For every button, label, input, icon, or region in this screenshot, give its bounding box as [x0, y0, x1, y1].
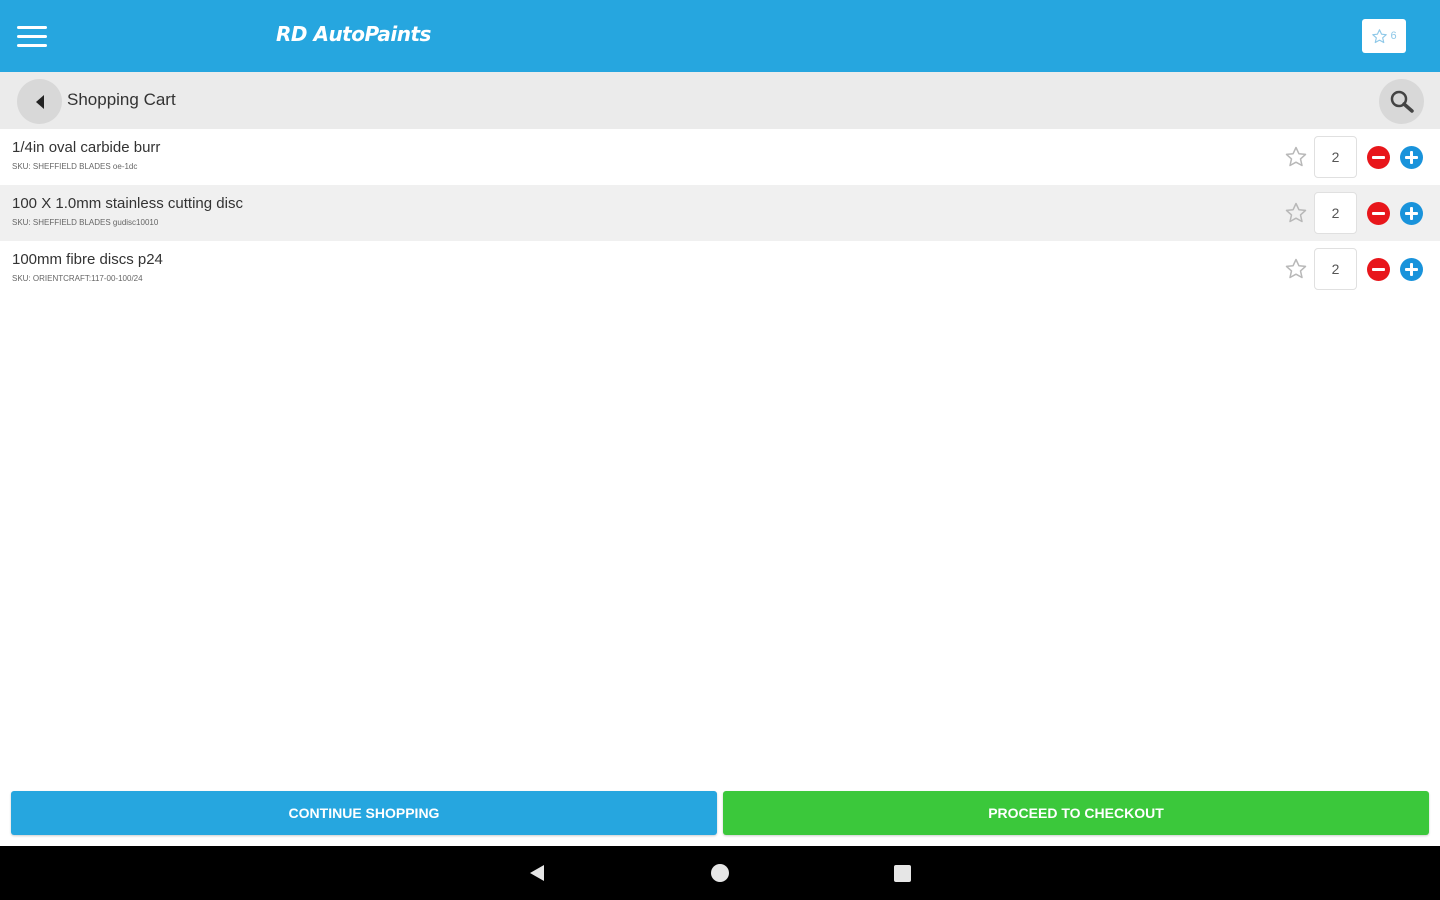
minus-circle-icon[interactable] — [1367, 258, 1390, 281]
star-outline-icon[interactable] — [1284, 145, 1308, 169]
quantity-field[interactable]: 2 — [1314, 136, 1357, 178]
cart-row: 100 X 1.0mm stainless cutting disc SKU: … — [0, 185, 1440, 241]
brand-logo: RD AutoPaints — [276, 22, 431, 46]
item-sku: SKU: SHEFFIELD BLADES oe-1dc — [12, 162, 138, 171]
search-button[interactable] — [1379, 79, 1424, 124]
app-header: RD AutoPaints 6 — [0, 0, 1440, 72]
plus-circle-icon[interactable] — [1400, 146, 1423, 169]
item-sku: SKU: SHEFFIELD BLADES gudisc10010 — [12, 218, 159, 227]
page-title: Shopping Cart — [67, 90, 176, 109]
back-arrow-icon — [35, 94, 44, 109]
quantity-field[interactable]: 2 — [1314, 248, 1357, 290]
nav-home-icon[interactable] — [711, 864, 729, 882]
favorites-count: 6 — [1390, 30, 1397, 42]
plus-circle-icon[interactable] — [1400, 202, 1423, 225]
continue-shopping-button[interactable]: CONTINUE SHOPPING — [11, 791, 717, 835]
star-outline-icon[interactable] — [1284, 201, 1308, 225]
item-name: 100 X 1.0mm stainless cutting disc — [12, 195, 243, 212]
cart-row: 100mm fibre discs p24 SKU: ORIENTCRAFT:1… — [0, 241, 1440, 297]
star-outline-icon[interactable] — [1284, 257, 1308, 281]
hamburger-menu-icon[interactable] — [12, 18, 52, 54]
nav-back-icon[interactable] — [528, 864, 546, 882]
back-button[interactable] — [17, 79, 62, 124]
page-toolbar: Shopping Cart — [0, 72, 1440, 129]
star-icon — [1372, 28, 1388, 43]
nav-recent-apps-icon[interactable] — [894, 865, 911, 882]
quantity-field[interactable]: 2 — [1314, 192, 1357, 234]
item-name: 1/4in oval carbide burr — [12, 139, 161, 156]
cart-row: 1/4in oval carbide burr SKU: SHEFFIELD B… — [0, 129, 1440, 185]
plus-circle-icon[interactable] — [1400, 258, 1423, 281]
proceed-to-checkout-button[interactable]: PROCEED TO CHECKOUT — [723, 791, 1429, 835]
minus-circle-icon[interactable] — [1367, 146, 1390, 169]
cart-list: 1/4in oval carbide burr SKU: SHEFFIELD B… — [0, 129, 1440, 297]
item-name: 100mm fibre discs p24 — [12, 251, 163, 268]
minus-circle-icon[interactable] — [1367, 202, 1390, 225]
favorites-button[interactable]: 6 — [1362, 19, 1406, 53]
item-sku: SKU: ORIENTCRAFT:117-00-100/24 — [12, 274, 143, 283]
system-navigation-bar — [0, 846, 1440, 900]
search-icon — [1390, 90, 1414, 113]
